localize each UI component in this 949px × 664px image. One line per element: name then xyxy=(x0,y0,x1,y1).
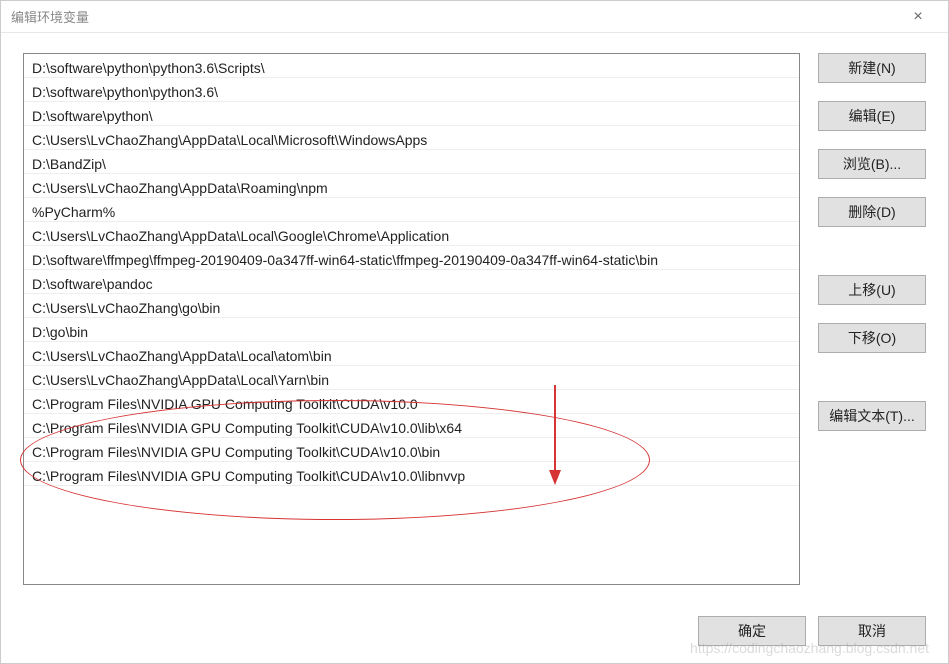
list-item[interactable]: D:\BandZip\ xyxy=(24,150,799,174)
list-item[interactable]: D:\software\ffmpeg\ffmpeg-20190409-0a347… xyxy=(24,246,799,270)
list-item[interactable]: C:\Program Files\NVIDIA GPU Computing To… xyxy=(24,462,799,486)
list-item[interactable]: %PyCharm% xyxy=(24,198,799,222)
env-path-listbox[interactable]: D:\software\python\python3.6\Scripts\ D:… xyxy=(23,53,800,585)
edit-button[interactable]: 编辑(E) xyxy=(818,101,926,131)
list-item[interactable]: D:\software\python\ xyxy=(24,102,799,126)
list-item[interactable]: C:\Program Files\NVIDIA GPU Computing To… xyxy=(24,438,799,462)
button-sidebar: 新建(N) 编辑(E) 浏览(B)... 删除(D) 上移(U) 下移(O) 编… xyxy=(818,53,926,599)
delete-button[interactable]: 删除(D) xyxy=(818,197,926,227)
list-item[interactable]: C:\Users\LvChaoZhang\AppData\Roaming\npm xyxy=(24,174,799,198)
list-item[interactable]: C:\Users\LvChaoZhang\AppData\Local\Googl… xyxy=(24,222,799,246)
list-item[interactable]: C:\Program Files\NVIDIA GPU Computing To… xyxy=(24,390,799,414)
move-down-button[interactable]: 下移(O) xyxy=(818,323,926,353)
list-item[interactable]: C:\Users\LvChaoZhang\AppData\Local\Yarn\… xyxy=(24,366,799,390)
ok-button[interactable]: 确定 xyxy=(698,616,806,646)
move-up-button[interactable]: 上移(U) xyxy=(818,275,926,305)
close-button[interactable]: × xyxy=(898,3,938,31)
list-item[interactable]: C:\Program Files\NVIDIA GPU Computing To… xyxy=(24,414,799,438)
content-area: D:\software\python\python3.6\Scripts\ D:… xyxy=(1,33,948,599)
list-item[interactable]: D:\software\python\python3.6\ xyxy=(24,78,799,102)
dialog-window: 编辑环境变量 × D:\software\python\python3.6\Sc… xyxy=(0,0,949,664)
list-item[interactable]: C:\Users\LvChaoZhang\AppData\Local\atom\… xyxy=(24,342,799,366)
list-item[interactable]: C:\Users\LvChaoZhang\AppData\Local\Micro… xyxy=(24,126,799,150)
edit-text-button[interactable]: 编辑文本(T)... xyxy=(818,401,926,431)
list-item[interactable]: D:\software\pandoc xyxy=(24,270,799,294)
list-item[interactable]: C:\Users\LvChaoZhang\go\bin xyxy=(24,294,799,318)
dialog-footer: 确定 取消 xyxy=(1,599,948,663)
cancel-button[interactable]: 取消 xyxy=(818,616,926,646)
browse-button[interactable]: 浏览(B)... xyxy=(818,149,926,179)
list-item[interactable]: D:\go\bin xyxy=(24,318,799,342)
close-icon: × xyxy=(913,8,922,26)
window-title: 编辑环境变量 xyxy=(11,7,898,26)
new-button[interactable]: 新建(N) xyxy=(818,53,926,83)
titlebar: 编辑环境变量 × xyxy=(1,1,948,33)
list-item[interactable]: D:\software\python\python3.6\Scripts\ xyxy=(24,54,799,78)
